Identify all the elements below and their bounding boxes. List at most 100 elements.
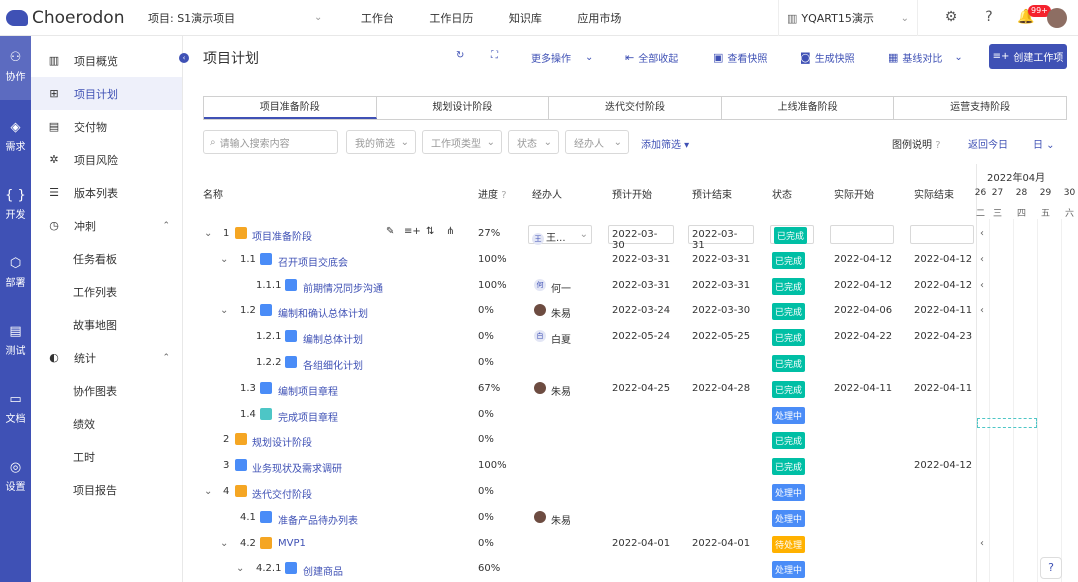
- table-row[interactable]: 3 业务现状及需求调研 100% 2022-04-12 已完成: [183, 453, 1078, 479]
- row-title[interactable]: 项目准备阶段: [252, 228, 312, 243]
- phase-operation[interactable]: 运营支持阶段: [894, 97, 1066, 119]
- search-input[interactable]: ⌕ 请输入搜索内容: [203, 130, 338, 154]
- status-badge[interactable]: 已完成: [772, 458, 806, 476]
- help-button[interactable]: ?: [1040, 557, 1062, 579]
- table-row[interactable]: 1.2.1 编制总体计划 0% 白白夏 2022-05-24 2022-05-25 2022…: [183, 324, 1078, 350]
- sidebar-item-overview[interactable]: ▥ 项目概览: [31, 44, 182, 77]
- row-title[interactable]: 迭代交付阶段: [252, 486, 312, 501]
- row-title[interactable]: 规划设计阶段: [252, 434, 312, 449]
- view-snapshot-button[interactable]: ▣ 查看快照: [713, 50, 767, 65]
- create-issue-button[interactable]: ≡+ 创建工作项: [989, 44, 1067, 69]
- table-row[interactable]: 4.1 准备产品待办列表 0% 朱易 处理中: [183, 505, 1078, 531]
- sidebar-item-report[interactable]: 项目报告: [31, 473, 182, 506]
- create-snapshot-button[interactable]: ◙ 生成快照: [800, 50, 855, 65]
- est-start-input[interactable]: 2022-03-30: [608, 225, 674, 251]
- status-badge[interactable]: 已完成: [772, 303, 806, 321]
- phase-launch[interactable]: 上线准备阶段: [722, 97, 895, 119]
- more-actions-button[interactable]: 更多操作 ⌄: [531, 50, 593, 65]
- baseline-button[interactable]: ▦ 基线对比 ⌄: [888, 50, 963, 65]
- rail-test[interactable]: ▤ 测试: [0, 324, 31, 357]
- status-badge[interactable]: 已完成: [772, 277, 806, 295]
- act-start-input[interactable]: [830, 225, 894, 244]
- chevron-down-icon[interactable]: ⌄: [204, 486, 212, 497]
- row-title[interactable]: 创建商品: [303, 563, 343, 578]
- status-badge[interactable]: 已完成: [772, 355, 806, 372]
- sidebar-item-worklist[interactable]: 工作列表: [31, 275, 182, 308]
- sidebar-item-collab-chart[interactable]: 协作图表: [31, 374, 182, 407]
- sidebar-item-performance[interactable]: 绩效: [31, 407, 182, 440]
- status-badge[interactable]: 已完成: [772, 380, 806, 398]
- sidebar-item-stats[interactable]: ◐ 统计 ⌃: [31, 341, 182, 374]
- nav-knowledge[interactable]: 知识库: [488, 10, 562, 26]
- phase-design[interactable]: 规划设计阶段: [377, 97, 550, 119]
- sidebar-item-plan[interactable]: ⊞ 项目计划: [31, 77, 182, 110]
- table-row[interactable]: ⌄ 4 迭代交付阶段 0% 处理中: [183, 479, 1078, 505]
- project-selector[interactable]: 项目: S1演示项目: [148, 10, 328, 26]
- table-row[interactable]: 1.1.1 前期情况同步沟通 100% 何何一 2022-03-31 2022-03-31…: [183, 273, 1078, 299]
- rail-demand[interactable]: ◈ 需求: [0, 120, 31, 153]
- status-badge[interactable]: 处理中: [772, 484, 806, 501]
- chevron-left-icon[interactable]: ‹: [980, 280, 984, 291]
- logo[interactable]: Choerodon: [0, 8, 140, 28]
- table-row[interactable]: 1.3 编制项目章程 67% 朱易 2022-04-25 2022-04-28 2022-0…: [183, 376, 1078, 402]
- sidebar-item-board[interactable]: 任务看板: [31, 242, 182, 275]
- chevron-left-icon[interactable]: ‹: [980, 254, 984, 265]
- chevron-down-icon[interactable]: ⌄: [220, 305, 228, 316]
- collapse-all-button[interactable]: ⇤ 全部收起: [625, 50, 678, 65]
- rail-collab[interactable]: ⚇ 协作: [0, 36, 31, 100]
- legend-button[interactable]: 图例说明 ?: [892, 136, 941, 151]
- nav-workbench[interactable]: 工作台: [340, 10, 414, 26]
- table-row[interactable]: 1.2.2 各组细化计划 0% 已完成: [183, 350, 1078, 376]
- my-filter-select[interactable]: 我的筛选 ⌄: [346, 130, 416, 154]
- row-title[interactable]: 完成项目章程: [278, 409, 338, 424]
- add-child-icon[interactable]: ≡+: [404, 226, 421, 237]
- table-row[interactable]: ⌄ 4.2.1 创建商品 60% 处理中: [183, 556, 1078, 582]
- today-button[interactable]: 返回今日: [968, 136, 1008, 151]
- table-row[interactable]: ⌄ 1.1 召开项目交底会 100% 2022-03-31 2022-03-31 2022-…: [183, 247, 1078, 273]
- rail-deploy[interactable]: ⬡ 部署: [0, 256, 31, 289]
- phase-iteration[interactable]: 迭代交付阶段: [549, 97, 722, 119]
- status-badge[interactable]: 已完成: [772, 329, 806, 347]
- status-select[interactable]: 状态 ⌄: [508, 130, 559, 154]
- nav-market[interactable]: 应用市场: [562, 10, 636, 26]
- chevron-left-icon[interactable]: ‹: [980, 305, 984, 316]
- status-badge[interactable]: 待处理: [772, 535, 806, 553]
- chevron-down-icon[interactable]: ⌄: [220, 254, 228, 265]
- row-title[interactable]: 编制和确认总体计划: [278, 305, 368, 320]
- sidebar-item-storymap[interactable]: 故事地图: [31, 308, 182, 341]
- unit-select[interactable]: 日 ⌄: [1033, 136, 1055, 151]
- table-row[interactable]: ⌄ 1.2 编制和确认总体计划 0% 朱易 2022-03-24 2022-03-30 202…: [183, 298, 1078, 324]
- refresh-icon[interactable]: ↻: [456, 50, 464, 61]
- gear-icon[interactable]: ⚙: [942, 9, 960, 27]
- row-title[interactable]: 业务现状及需求调研: [252, 460, 342, 475]
- chevron-down-icon[interactable]: ⌄: [314, 12, 322, 23]
- issue-type-select[interactable]: 工作项类型 ⌄: [422, 130, 502, 154]
- rail-doc[interactable]: ▭ 文档: [0, 392, 31, 425]
- row-title[interactable]: 编制项目章程: [278, 383, 338, 398]
- row-title[interactable]: MVP1: [278, 538, 306, 549]
- sidebar-item-worktime[interactable]: 工时: [31, 440, 182, 473]
- act-end-input[interactable]: [910, 225, 974, 244]
- link-icon[interactable]: ⇅: [426, 226, 434, 237]
- add-filter-button[interactable]: 添加筛选 ▾: [641, 136, 689, 151]
- status-badge[interactable]: 已完成: [772, 251, 806, 269]
- chevron-down-icon[interactable]: ⌄: [220, 538, 228, 549]
- fullscreen-icon[interactable]: ⛶: [491, 50, 498, 61]
- status-badge[interactable]: 处理中: [772, 509, 806, 527]
- table-row[interactable]: ⌄ 1 项目准备阶段 27% 王王... ⌄ 2022-03-30 2022-03-31 已完成…: [183, 221, 1078, 251]
- chevron-down-icon[interactable]: ⌄: [236, 563, 244, 574]
- row-title[interactable]: 各组细化计划: [303, 357, 363, 372]
- status-badge[interactable]: 已完成: [772, 432, 806, 450]
- rail-settings[interactable]: ◎ 设置: [0, 460, 31, 493]
- sidebar-item-sprint[interactable]: ◷ 冲刺 ⌃: [31, 209, 182, 242]
- sidebar-item-versions[interactable]: ☰ 版本列表: [31, 176, 182, 209]
- chevron-down-icon[interactable]: ⌄: [204, 228, 212, 239]
- table-row[interactable]: ⌄ 4.2 MVP1 0% 2022-04-01 2022-04-01 待处理 ‹: [183, 531, 1078, 557]
- row-title[interactable]: 前期情况同步沟通: [303, 280, 383, 295]
- row-title[interactable]: 编制总体计划: [303, 331, 363, 346]
- sidebar-item-risk[interactable]: ✲ 项目风险: [31, 143, 182, 176]
- assignee-select[interactable]: 王王... ⌄: [528, 225, 592, 245]
- edit-icon[interactable]: ✎: [386, 226, 394, 237]
- table-row[interactable]: 1.4 完成项目章程 0% 处理中: [183, 402, 1078, 428]
- org-selector[interactable]: ▥ YQART15演示 ⌄: [778, 0, 918, 36]
